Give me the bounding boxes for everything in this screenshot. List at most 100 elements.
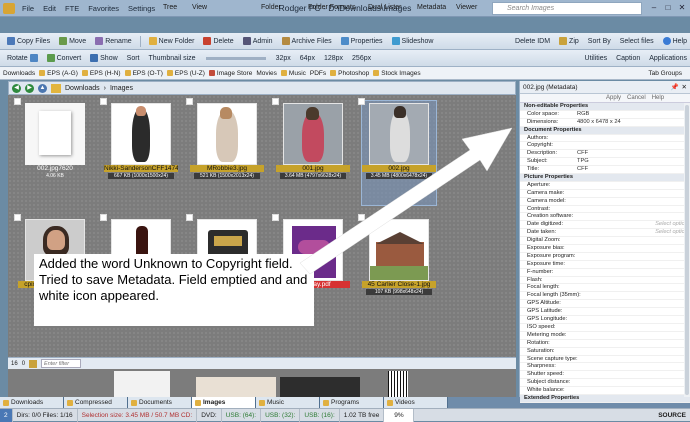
bookmark-music[interactable]: Music bbox=[280, 70, 306, 77]
tab-music[interactable]: Music bbox=[256, 397, 320, 408]
photo-thumbnail[interactable] bbox=[114, 371, 170, 397]
picture-property-row[interactable]: Shutter speed: bbox=[520, 371, 690, 380]
metadata-scrollbar[interactable] bbox=[684, 103, 690, 397]
picture-property-row[interactable]: Saturation: bbox=[520, 348, 690, 356]
bookmark-eps-a-g[interactable]: EPS (A-G) bbox=[39, 70, 78, 77]
thumbnail-tile[interactable]: 45 Carlier Close-1.jpg 107 KB (998x648x2… bbox=[358, 214, 436, 321]
subject-field[interactable]: Subject: TPG bbox=[520, 158, 690, 167]
picture-property-row[interactable]: Sharpness: bbox=[520, 363, 690, 372]
tile-checkbox[interactable] bbox=[358, 214, 365, 221]
bookmark-eps-o-t[interactable]: EPS (O-T) bbox=[124, 70, 163, 77]
copyright-field[interactable]: Copyright: bbox=[520, 142, 690, 151]
title-field[interactable]: Title: CFF bbox=[520, 166, 690, 175]
view-toggle[interactable]: View bbox=[192, 4, 207, 11]
picture-property-row[interactable]: White balance: bbox=[520, 387, 690, 395]
rename-button[interactable]: Rename bbox=[92, 37, 134, 45]
tab-videos[interactable]: Videos bbox=[384, 397, 448, 408]
scrollbar-thumb[interactable] bbox=[685, 105, 689, 395]
bookmark-downloads[interactable]: Downloads bbox=[3, 70, 35, 77]
filter-icon[interactable] bbox=[29, 359, 38, 368]
section-picture-properties[interactable]: Picture Properties bbox=[520, 174, 690, 182]
section-document-properties[interactable]: Document Properties bbox=[520, 126, 690, 135]
photo-thumbnail[interactable] bbox=[280, 377, 360, 397]
folder-button[interactable]: Folder bbox=[261, 4, 281, 11]
picture-property-row[interactable]: Metering mode: bbox=[520, 332, 690, 340]
caption-button[interactable]: Caption bbox=[613, 55, 643, 62]
picture-property-row[interactable]: Exposure time: bbox=[520, 261, 690, 269]
sort-by-button[interactable]: Sort By bbox=[585, 38, 614, 45]
authors-field[interactable]: Authors: bbox=[520, 135, 690, 143]
close-icon[interactable]: ✕ bbox=[676, 3, 688, 14]
picture-property-row[interactable]: F-number: bbox=[520, 269, 690, 277]
app-icon[interactable] bbox=[3, 3, 15, 14]
section-non-editable[interactable]: Non-editable Properties bbox=[520, 103, 690, 111]
picture-property-row[interactable]: Exposure program: bbox=[520, 253, 690, 261]
delete-button[interactable]: Delete bbox=[200, 37, 236, 45]
menu-fte[interactable]: FTE bbox=[65, 4, 79, 13]
bookmark-pdfs[interactable]: PDFs bbox=[310, 70, 326, 77]
new-folder-button[interactable]: New Folder bbox=[146, 37, 198, 45]
delete-idm-button[interactable]: Delete IDM bbox=[512, 38, 553, 45]
picture-property-row[interactable]: Subject distance: bbox=[520, 379, 690, 388]
copy-files-button[interactable]: Copy Files bbox=[4, 37, 53, 45]
close-panel-icon[interactable]: ✕ bbox=[682, 83, 687, 91]
minimize-icon[interactable]: – bbox=[648, 3, 660, 14]
up-icon[interactable]: ▲ bbox=[38, 83, 47, 93]
section-extended-properties[interactable]: Extended Properties bbox=[520, 394, 690, 403]
tab-compressed[interactable]: Compressed bbox=[64, 397, 128, 408]
back-icon[interactable]: ◀ bbox=[12, 83, 21, 93]
thumbnail-tile[interactable]: 001.jpg 3.64 MB (4797x6628x24) bbox=[272, 98, 350, 205]
rotate-button[interactable]: Rotate bbox=[4, 54, 41, 62]
slideshow-button[interactable]: Slideshow bbox=[389, 37, 437, 45]
tab-programs[interactable]: Programs bbox=[320, 397, 384, 408]
bookmark-movies[interactable]: Movies bbox=[256, 70, 277, 77]
help-button[interactable]: Help bbox=[652, 95, 664, 101]
picture-property-row[interactable]: Scene capture type: bbox=[520, 356, 690, 364]
barcode-thumbnail[interactable] bbox=[388, 371, 408, 397]
show-button[interactable]: Show bbox=[87, 54, 121, 62]
picture-property-row[interactable]: Creation software: bbox=[520, 213, 690, 222]
picture-property-row[interactable]: GPS Longitude: bbox=[520, 316, 690, 324]
tile-checkbox[interactable] bbox=[186, 214, 193, 221]
thumbnail-tile-selected[interactable]: 002.jpg 3.45 MB (4800x6478x24) bbox=[358, 98, 437, 206]
bookmark-photoshop[interactable]: Photoshop bbox=[330, 70, 369, 77]
thumbnail-tile[interactable]: Nikki-SandersonCFF147405.jpg 667 KB (100… bbox=[100, 98, 178, 205]
sort-button[interactable]: Sort bbox=[124, 55, 143, 62]
tile-checkbox[interactable] bbox=[100, 98, 107, 105]
bookmark-image-store[interactable]: Image Store bbox=[208, 70, 252, 77]
picture-property-row[interactable]: Contrast: bbox=[520, 206, 690, 214]
tile-checkbox[interactable] bbox=[272, 98, 279, 105]
picture-property-row[interactable]: Exposure bias: bbox=[520, 245, 690, 253]
picture-property-row[interactable]: Flash: bbox=[520, 277, 690, 285]
pin-icon[interactable]: 📌 bbox=[670, 83, 678, 91]
bookmark-stock-images[interactable]: Stock Images bbox=[373, 70, 421, 77]
picture-property-row[interactable]: GPS Altitude: bbox=[520, 300, 690, 309]
properties-button[interactable]: Properties bbox=[338, 37, 386, 45]
tile-checkbox[interactable] bbox=[100, 214, 107, 221]
help-button[interactable]: Help bbox=[660, 37, 690, 45]
select-files-button[interactable]: Select files bbox=[617, 38, 657, 45]
picture-property-row[interactable]: Focal length (35mm): bbox=[520, 292, 690, 301]
archive-files-button[interactable]: Archive Files bbox=[279, 37, 335, 45]
viewer-button[interactable]: Viewer bbox=[456, 4, 477, 11]
size-128-button[interactable]: 128px bbox=[321, 55, 346, 62]
description-field[interactable]: Description: CFF bbox=[520, 150, 690, 159]
thumbnail-tile[interactable]: 002.jpg7620 4.06 KB bbox=[14, 98, 92, 205]
thumbnail-size-slider[interactable] bbox=[205, 56, 266, 60]
bookmark-eps-u-z[interactable]: EPS (U-Z) bbox=[166, 70, 205, 77]
forward-icon[interactable]: ▶ bbox=[25, 83, 34, 93]
menu-favorites[interactable]: Favorites bbox=[88, 4, 119, 13]
applications-button[interactable]: Applications bbox=[646, 55, 690, 62]
thumbnail-tile[interactable]: MRobbie3.jpg 521 KB (1500x2013x24) bbox=[186, 98, 264, 205]
picture-property-row[interactable]: Date taken: Select option bbox=[520, 229, 690, 238]
menu-settings[interactable]: Settings bbox=[128, 4, 155, 13]
tab-downloads[interactable]: Downloads bbox=[0, 397, 64, 408]
picture-property-row[interactable]: GPS Latitude: bbox=[520, 308, 690, 317]
zip-button[interactable]: Zip bbox=[556, 37, 582, 45]
tile-checkbox[interactable] bbox=[14, 98, 21, 105]
tile-checkbox[interactable] bbox=[14, 214, 21, 221]
dual-lister-button[interactable]: Dual Lister bbox=[368, 4, 401, 11]
bookmark-eps-h-n[interactable]: EPS (H-N) bbox=[81, 70, 121, 77]
cancel-button[interactable]: Cancel bbox=[627, 95, 646, 101]
tile-checkbox[interactable] bbox=[272, 214, 279, 221]
